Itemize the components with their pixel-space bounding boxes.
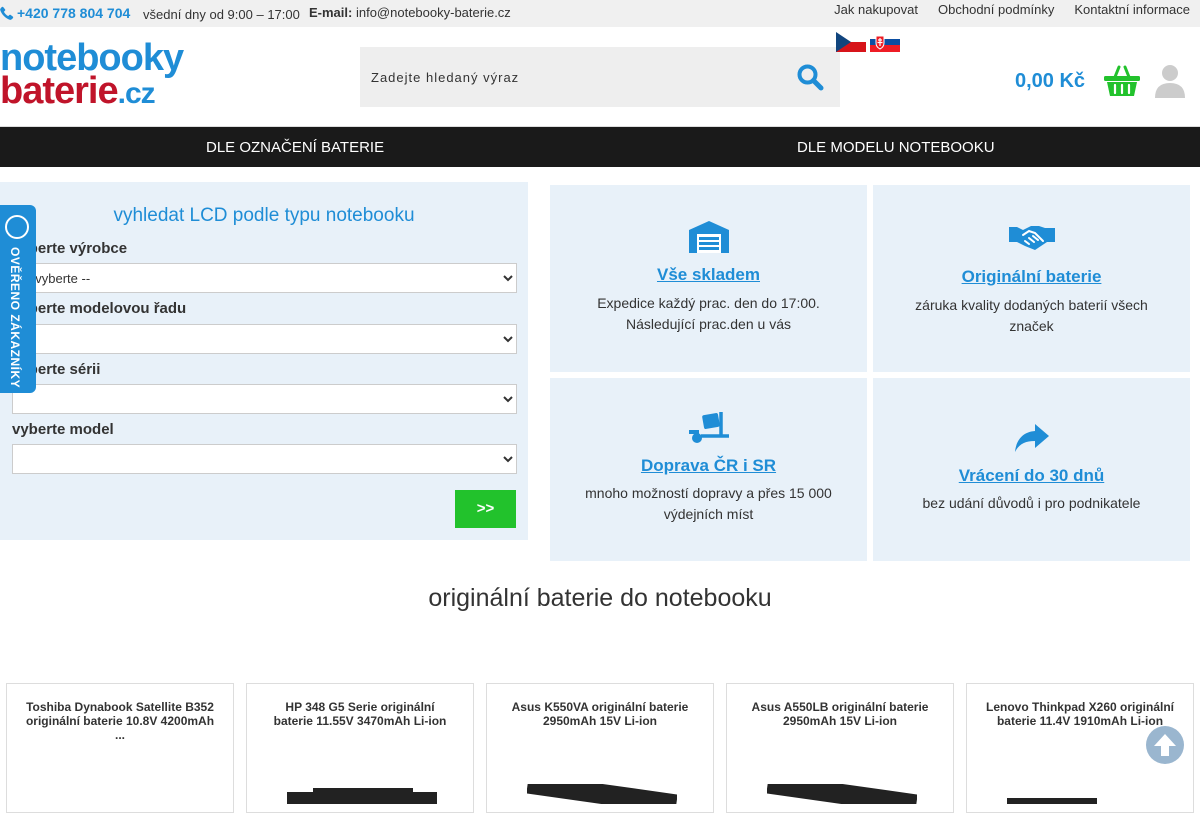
product-image[interactable] (287, 784, 437, 804)
product-name[interactable]: HP 348 G5 Serie originální baterie 11.55… (265, 700, 455, 728)
user-icon (1155, 65, 1185, 98)
phone-link[interactable]: +420 778 804 704 (0, 5, 130, 21)
site-logo[interactable]: notebooky baterie.cz (0, 37, 184, 112)
scroll-to-top-button[interactable] (1146, 726, 1184, 764)
language-switcher (836, 32, 900, 52)
link-how-to-buy[interactable]: Jak nakupovat (834, 2, 918, 17)
logo-line1: notebooky (0, 37, 184, 79)
flag-sk-icon[interactable] (870, 32, 900, 52)
label-model: vyberte model (12, 421, 114, 438)
lcd-finder-panel: vyhledat LCD podle typu notebooku vybert… (0, 182, 528, 540)
handshake-icon (1008, 223, 1055, 256)
feature-desc: záruka kvality dodaných baterií všech zn… (915, 297, 1148, 334)
feature-title[interactable]: Vrácení do 30 dnů (873, 466, 1190, 486)
warehouse-icon (688, 221, 729, 258)
series-select[interactable] (12, 384, 517, 414)
delivery-icon (688, 412, 729, 449)
product-card[interactable]: Toshiba Dynabook Satellite B352 originál… (6, 683, 234, 813)
opening-hours: všední dny od 9:00 – 17:00 (143, 7, 300, 22)
user-account-button[interactable] (1154, 64, 1186, 103)
email-link[interactable]: info@notebooky-baterie.cz (356, 5, 511, 20)
product-name[interactable]: Toshiba Dynabook Satellite B352 originál… (25, 700, 215, 742)
arrow-up-icon (1154, 734, 1176, 756)
logo-line2: baterie.cz (0, 72, 170, 110)
search-icon (797, 64, 824, 91)
manufacturer-select[interactable]: -- vyberte -- (12, 263, 517, 293)
share-arrow-icon (1014, 424, 1049, 457)
product-image[interactable] (767, 784, 917, 804)
feature-title[interactable]: Vše skladem (550, 265, 867, 285)
header: notebooky baterie.cz Zadejte hledaný výr… (0, 27, 1200, 127)
feature-desc: mnoho možností dopravy a přes 15 000 výd… (585, 485, 832, 522)
link-terms[interactable]: Obchodní podmínky (938, 2, 1054, 17)
phone-number: +420 778 804 704 (17, 5, 131, 21)
top-bar: +420 778 804 704 všední dny od 9:00 – 17… (0, 0, 1200, 27)
feature-original: Originální baterie záruka kvality dodaný… (873, 185, 1190, 372)
series-line-select[interactable] (12, 324, 517, 354)
feature-title[interactable]: Doprava ČR i SR (550, 456, 867, 476)
badge-text: OVĚŘENO ZÁKAZNÍKY (8, 247, 22, 389)
product-image[interactable] (527, 784, 677, 804)
product-name[interactable]: Lenovo Thinkpad X260 originální baterie … (985, 700, 1175, 728)
verified-badge[interactable]: OVĚŘENO ZÁKAZNÍKY (0, 205, 36, 393)
product-name[interactable]: Asus K550VA originální baterie 2950mAh 1… (505, 700, 695, 728)
nav-by-battery-label[interactable]: DLE OZNAČENÍ BATERIE (206, 139, 384, 156)
label-series-line: vyberte modelovou řadu (12, 300, 187, 317)
product-name[interactable]: Asus A550LB originální baterie 2950mAh 1… (745, 700, 935, 728)
feature-title[interactable]: Originální baterie (873, 267, 1190, 287)
search-button[interactable] (796, 63, 824, 91)
flag-cz-icon[interactable] (836, 32, 866, 52)
products-heading: originální baterie do notebooku (428, 584, 772, 612)
nav-by-notebook-model[interactable]: DLE MODELU NOTEBOOKU (797, 139, 995, 156)
logo-suffix: .cz (117, 77, 156, 110)
feature-returns: Vrácení do 30 dnů bez udání důvodů i pro… (873, 378, 1190, 561)
link-contact[interactable]: Kontaktní informace (1074, 2, 1190, 17)
finder-title: vyhledat LCD podle typu notebooku (113, 205, 415, 226)
feature-desc: bez udání důvodů i pro podnikatele (922, 495, 1141, 511)
badge-seal-icon (5, 215, 29, 239)
product-image[interactable] (1007, 796, 1107, 806)
main-nav: DLE OZNAČENÍ BATERIE DLE MODELU NOTEBOOK… (0, 127, 1200, 167)
search-input[interactable] (360, 47, 780, 107)
feature-desc: Expedice každý prac. den do 17:00. Násle… (597, 295, 820, 332)
top-links: Jak nakupovat Obchodní podmínky Kontaktn… (834, 2, 1190, 17)
finder-submit-button[interactable]: >> (455, 490, 516, 528)
cart-total[interactable]: 0,00 Kč (1015, 70, 1085, 93)
product-card[interactable]: Asus K550VA originální baterie 2950mAh 1… (486, 683, 714, 813)
email-info: E-mail: info@notebooky-baterie.cz (309, 5, 511, 20)
cart-button[interactable] (1104, 65, 1140, 102)
feature-in-stock: Vše skladem Expedice každý prac. den do … (550, 185, 867, 372)
phone-icon (0, 6, 14, 20)
product-card[interactable]: HP 348 G5 Serie originální baterie 11.55… (246, 683, 474, 813)
email-label: E-mail: (309, 5, 353, 20)
model-select[interactable] (12, 444, 517, 474)
basket-icon (1104, 65, 1140, 96)
feature-shipping: Doprava ČR i SR mnoho možností dopravy a… (550, 378, 867, 561)
product-card[interactable]: Asus A550LB originální baterie 2950mAh 1… (726, 683, 954, 813)
search-bar (360, 47, 840, 107)
